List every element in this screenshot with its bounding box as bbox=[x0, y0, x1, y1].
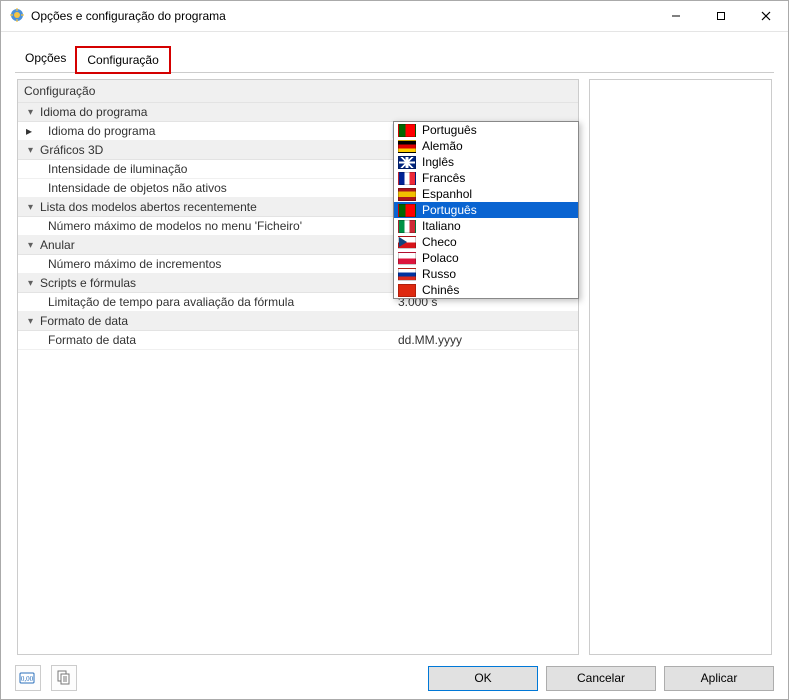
cancel-button[interactable]: Cancelar bbox=[546, 666, 656, 691]
units-button[interactable]: 0,00 bbox=[15, 665, 41, 691]
language-option-label: Russo bbox=[422, 267, 456, 281]
titlebar: Opções e configuração do programa bbox=[1, 1, 788, 32]
flag-icon-pl bbox=[398, 252, 416, 265]
minimize-button[interactable] bbox=[653, 1, 698, 31]
language-option-label: Espanhol bbox=[422, 187, 472, 201]
tab-bar: Opções Configuração bbox=[15, 46, 774, 73]
language-option-label: Inglês bbox=[422, 155, 454, 169]
category-language[interactable]: ▾ Idioma do programa bbox=[18, 103, 578, 122]
language-option-it[interactable]: Italiano bbox=[394, 218, 578, 234]
flag-icon-it bbox=[398, 220, 416, 233]
chevron-down-icon: ▾ bbox=[28, 145, 38, 156]
language-option-label: Alemão bbox=[422, 139, 463, 153]
flag-icon-pt bbox=[398, 204, 416, 217]
language-option-label: Checo bbox=[422, 235, 457, 249]
language-option-cz[interactable]: Checo bbox=[394, 234, 578, 250]
grid-header: Configuração bbox=[18, 80, 578, 103]
language-option-label: Português bbox=[422, 123, 477, 137]
chevron-down-icon: ▾ bbox=[28, 316, 38, 327]
flag-icon-pt bbox=[398, 124, 416, 137]
window: Opções e configuração do programa Opções… bbox=[0, 0, 789, 700]
apply-button[interactable]: Aplicar bbox=[664, 666, 774, 691]
language-option-ru[interactable]: Russo bbox=[394, 266, 578, 282]
bottom-bar: 0,00 OK Cancelar Aplicar bbox=[1, 657, 788, 699]
svg-text:0,00: 0,00 bbox=[21, 675, 34, 683]
ok-button[interactable]: OK bbox=[428, 666, 538, 691]
language-option-pt[interactable]: Português bbox=[394, 122, 578, 138]
language-option-label: Chinês bbox=[422, 283, 459, 297]
language-option-uk[interactable]: Inglês bbox=[394, 154, 578, 170]
language-option-pt[interactable]: Português bbox=[394, 202, 578, 218]
current-row-indicator-icon: ▸ bbox=[18, 124, 40, 138]
tab-configuration[interactable]: Configuração bbox=[76, 47, 169, 73]
chevron-down-icon: ▾ bbox=[28, 107, 38, 118]
category-dateformat[interactable]: ▾ Formato de data bbox=[18, 312, 578, 331]
property-grid: Configuração ▾ Idioma do programa ▸ Idio… bbox=[17, 79, 579, 655]
language-option-label: Italiano bbox=[422, 219, 461, 233]
language-option-cn[interactable]: Chinês bbox=[394, 282, 578, 298]
language-option-de[interactable]: Alemão bbox=[394, 138, 578, 154]
maximize-button[interactable] bbox=[698, 1, 743, 31]
flag-icon-fr bbox=[398, 172, 416, 185]
chevron-down-icon: ▾ bbox=[28, 278, 38, 289]
tab-options[interactable]: Opções bbox=[15, 46, 76, 72]
flag-icon-cn bbox=[398, 284, 416, 297]
window-title: Opções e configuração do programa bbox=[31, 9, 226, 23]
chevron-down-icon: ▾ bbox=[28, 202, 38, 213]
flag-icon-es bbox=[398, 188, 416, 201]
chevron-down-icon: ▾ bbox=[28, 240, 38, 251]
copy-settings-button[interactable] bbox=[51, 665, 77, 691]
flag-icon-uk bbox=[398, 156, 416, 169]
language-option-label: Polaco bbox=[422, 251, 459, 265]
flag-icon-cz bbox=[398, 236, 416, 249]
language-dropdown[interactable]: Português Alemão Inglês Francês Espanhol Port… bbox=[393, 121, 579, 299]
language-option-label: Português bbox=[422, 203, 477, 217]
app-icon bbox=[9, 7, 25, 26]
language-option-es[interactable]: Espanhol bbox=[394, 186, 578, 202]
close-button[interactable] bbox=[743, 1, 788, 31]
flag-icon-ru bbox=[398, 268, 416, 281]
language-option-pl[interactable]: Polaco bbox=[394, 250, 578, 266]
row-dateformat[interactable]: Formato de data dd.MM.yyyy bbox=[18, 331, 578, 350]
preview-panel bbox=[589, 79, 772, 655]
language-option-label: Francês bbox=[422, 171, 465, 185]
language-option-fr[interactable]: Francês bbox=[394, 170, 578, 186]
flag-icon-de bbox=[398, 140, 416, 153]
